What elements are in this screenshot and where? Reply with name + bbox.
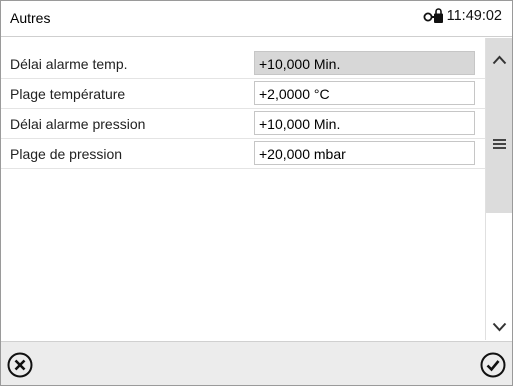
setting-value-field[interactable]: +2,0000 °C bbox=[254, 81, 475, 105]
header-bar: Autres 11:49:02 bbox=[1, 1, 512, 37]
menu-lines-icon bbox=[493, 139, 506, 149]
setting-value-field[interactable]: +20,000 mbar bbox=[254, 141, 475, 165]
setting-label: Délai alarme pression bbox=[10, 116, 146, 132]
settings-list: Délai alarme temp. +10,000 Min. Plage te… bbox=[1, 49, 485, 169]
setting-row[interactable]: Délai alarme pression +10,000 Min. bbox=[1, 109, 485, 139]
setting-label: Plage de pression bbox=[10, 146, 123, 162]
setting-value-field[interactable]: +10,000 Min. bbox=[254, 51, 475, 75]
setting-row[interactable]: Plage température +2,0000 °C bbox=[1, 79, 485, 109]
chevron-down-icon[interactable] bbox=[492, 322, 507, 332]
clock-time: 11:49:02 bbox=[446, 8, 502, 24]
setting-row[interactable]: Plage de pression +20,000 mbar bbox=[1, 139, 485, 169]
setting-label: Plage température bbox=[10, 86, 126, 102]
setting-row[interactable]: Délai alarme temp. +10,000 Min. bbox=[1, 49, 485, 79]
footer-bar bbox=[1, 341, 512, 385]
close-circle-icon[interactable] bbox=[7, 352, 33, 378]
key-lock-icon bbox=[423, 8, 443, 23]
setting-value-field[interactable]: +10,000 Min. bbox=[254, 111, 475, 135]
setting-label: Délai alarme temp. bbox=[10, 56, 128, 72]
page-title: Autres bbox=[10, 10, 51, 26]
scrollbar[interactable] bbox=[485, 38, 512, 340]
chevron-up-icon[interactable] bbox=[492, 55, 507, 65]
header-status: 11:49:02 bbox=[423, 8, 502, 24]
settings-screen: Autres 11:49:02 Délai alarme temp. +10,0… bbox=[0, 0, 513, 386]
check-circle-icon[interactable] bbox=[480, 352, 506, 378]
